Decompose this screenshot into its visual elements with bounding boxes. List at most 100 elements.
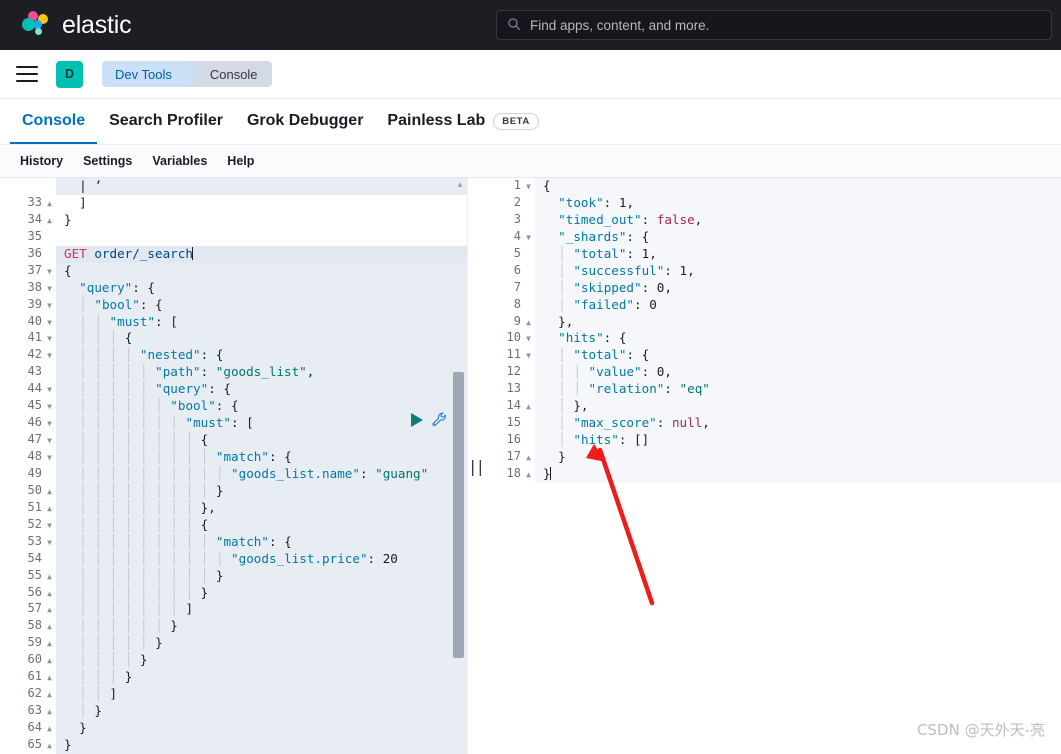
code-line[interactable]: 6 │ "successful": 1, [483,262,1061,280]
code-line[interactable]: 9 ▲ }, [483,313,1061,331]
code-line[interactable]: 10 ▼ "hits": { [483,330,1061,348]
code-line[interactable]: 63 ▲ │ } [0,703,467,720]
code-line[interactable]: 4 ▼ "_shards": { [483,228,1061,246]
code-text[interactable]: │ │ │ │ │ │ │ │ } [56,585,467,602]
code-text[interactable]: } [56,720,467,737]
code-line[interactable]: 35 [0,228,467,246]
code-line[interactable]: 34 ▲} [0,211,467,229]
code-text[interactable]: │ │ │ │ │ │ │ │ │ │ "goods_list.price": … [56,551,467,568]
brand[interactable]: elastic [20,10,132,40]
code-line[interactable]: 12 │ │ "value": 0, [483,364,1061,382]
code-text[interactable]: { [56,263,467,280]
code-text[interactable]: │ │ │ │ "nested": { [56,347,467,364]
code-text[interactable]: GET order/_search [56,246,467,263]
code-line[interactable]: 58 ▲ │ │ │ │ │ │ } [0,618,467,636]
code-text[interactable] [56,229,467,246]
code-line[interactable]: 3 "timed_out": false, [483,211,1061,229]
tab-console[interactable]: Console [10,112,98,144]
code-line[interactable]: 13 │ │ "relation": "eq" [483,381,1061,399]
code-line[interactable]: 60 ▲ │ │ │ │ } [0,652,467,670]
code-text[interactable]: } [56,212,467,229]
code-line[interactable]: 52 ▼ │ │ │ │ │ │ │ │ { [0,516,467,534]
code-text[interactable]: { [535,178,1061,195]
code-text[interactable]: "_shards": { [535,228,1061,246]
code-text[interactable]: │ │ │ │ │ │ │ ] [56,601,467,618]
code-line[interactable]: 2 "took": 1, [483,194,1061,212]
code-line[interactable]: 37 ▼{ [0,262,467,280]
code-line[interactable]: 36 GET order/_search [0,245,467,263]
code-text[interactable]: │ "hits": [] [535,432,1061,449]
code-text[interactable]: │ │ │ │ │ │ │ │ │ │ "goods_list.name": "… [56,466,467,483]
code-line[interactable]: 16 │ "hits": [] [483,432,1061,449]
code-text[interactable]: │ "total": { [535,347,1061,365]
code-line[interactable]: 1 ▼{ [483,178,1061,195]
code-line[interactable]: 38 ▼ "query": { [0,279,467,297]
code-text[interactable]: "query": { [56,280,467,297]
tab-painless-lab[interactable]: Painless Lab BETA [375,112,550,144]
code-line[interactable]: 56 ▲ │ │ │ │ │ │ │ │ } [0,584,467,602]
code-text[interactable]: "hits": { [535,330,1061,348]
code-text[interactable]: │ │ │ │ │ │ │ │ │ "match": { [56,534,467,551]
space-avatar[interactable]: D [56,60,83,88]
code-text[interactable]: │ │ │ │ │ │ │ │ │ } [56,483,467,500]
code-text[interactable]: | ’ [56,178,467,195]
wrench-icon[interactable] [431,411,448,428]
code-line[interactable]: 51 ▲ │ │ │ │ │ │ │ │ }, [0,499,467,517]
code-text[interactable]: } [535,449,1061,466]
code-text[interactable]: │ "max_score": null, [535,415,1061,433]
code-text[interactable]: │ │ │ │ │ "path": "goods_list", [56,364,467,381]
code-text[interactable]: │ │ │ │ } [56,652,467,669]
code-line[interactable]: 7 │ "skipped": 0, [483,279,1061,297]
code-line[interactable]: 14 ▲ │ }, [483,398,1061,416]
tab-search-profiler[interactable]: Search Profiler [97,112,235,144]
code-line[interactable]: 5 │ "total": 1, [483,245,1061,263]
code-line[interactable]: 54 │ │ │ │ │ │ │ │ │ │ "goods_list.price… [0,550,467,568]
code-text[interactable]: │ │ │ │ │ "query": { [56,381,467,398]
code-text[interactable]: ] [56,195,467,212]
code-line[interactable]: 62 ▲ │ │ ] [0,686,467,704]
code-text[interactable]: │ │ ] [56,686,467,703]
hamburger-menu-icon[interactable] [16,66,38,82]
code-line[interactable]: 8 │ "failed": 0 [483,296,1061,314]
code-text[interactable]: │ │ │ │ │ │ } [56,618,467,635]
code-text[interactable]: │ }, [535,398,1061,416]
play-icon[interactable] [411,412,423,427]
code-line[interactable]: 44 ▼ │ │ │ │ │ "query": { [0,381,467,399]
breadcrumb-item-console[interactable]: Console [187,61,272,87]
code-line[interactable]: 64 ▲ } [0,720,467,737]
code-line[interactable]: 39 ▼ │ "bool": { [0,296,467,314]
code-text[interactable]: } [535,465,1061,483]
code-line[interactable]: 46 ▼ │ │ │ │ │ │ │ "must": [ [0,415,467,433]
code-line[interactable]: | ’ [0,178,467,195]
code-text[interactable]: │ │ │ } [56,669,467,686]
code-line[interactable]: 55 ▲ │ │ │ │ │ │ │ │ │ } [0,567,467,585]
code-line[interactable]: 45 ▼ │ │ │ │ │ │ "bool": { [0,398,467,416]
code-line[interactable]: 40 ▼ │ │ "must": [ [0,313,467,331]
breadcrumb-item-dev-tools[interactable]: Dev Tools [102,61,200,87]
code-text[interactable]: │ │ "must": [ [56,314,467,331]
code-text[interactable]: │ │ "relation": "eq" [535,381,1061,399]
code-text[interactable]: │ │ │ │ │ │ "bool": { [56,398,467,415]
code-text[interactable]: │ "total": 1, [535,245,1061,263]
code-line[interactable]: 57 ▲ │ │ │ │ │ │ │ ] [0,601,467,619]
code-line[interactable]: 65 ▲} [0,736,467,754]
code-line[interactable]: 47 ▼ │ │ │ │ │ │ │ │ { [0,432,467,449]
code-text[interactable]: } [56,737,467,754]
code-text[interactable]: │ │ │ { [56,330,467,347]
code-text[interactable]: │ │ "value": 0, [535,364,1061,382]
editor-scrollbar-thumb[interactable] [453,372,464,658]
code-text[interactable]: "took": 1, [535,194,1061,212]
code-text[interactable]: │ │ │ │ │ } [56,635,467,652]
global-search-input[interactable]: Find apps, content, and more. [496,10,1052,40]
code-line[interactable]: 42 ▼ │ │ │ │ "nested": { [0,347,467,365]
pane-splitter[interactable]: || [468,178,485,754]
code-line[interactable]: 17 ▲ } [483,449,1061,466]
code-line[interactable]: 61 ▲ │ │ │ } [0,669,467,687]
code-text[interactable]: "timed_out": false, [535,211,1061,229]
code-line[interactable]: 15 │ "max_score": null, [483,415,1061,433]
tab-grok-debugger[interactable]: Grok Debugger [235,112,375,144]
code-text[interactable]: }, [535,313,1061,331]
code-line[interactable]: 33 ▲ ] [0,194,467,212]
code-text[interactable]: │ "bool": { [56,297,467,314]
code-text[interactable]: │ │ │ │ │ │ │ "must": [ [56,415,467,432]
